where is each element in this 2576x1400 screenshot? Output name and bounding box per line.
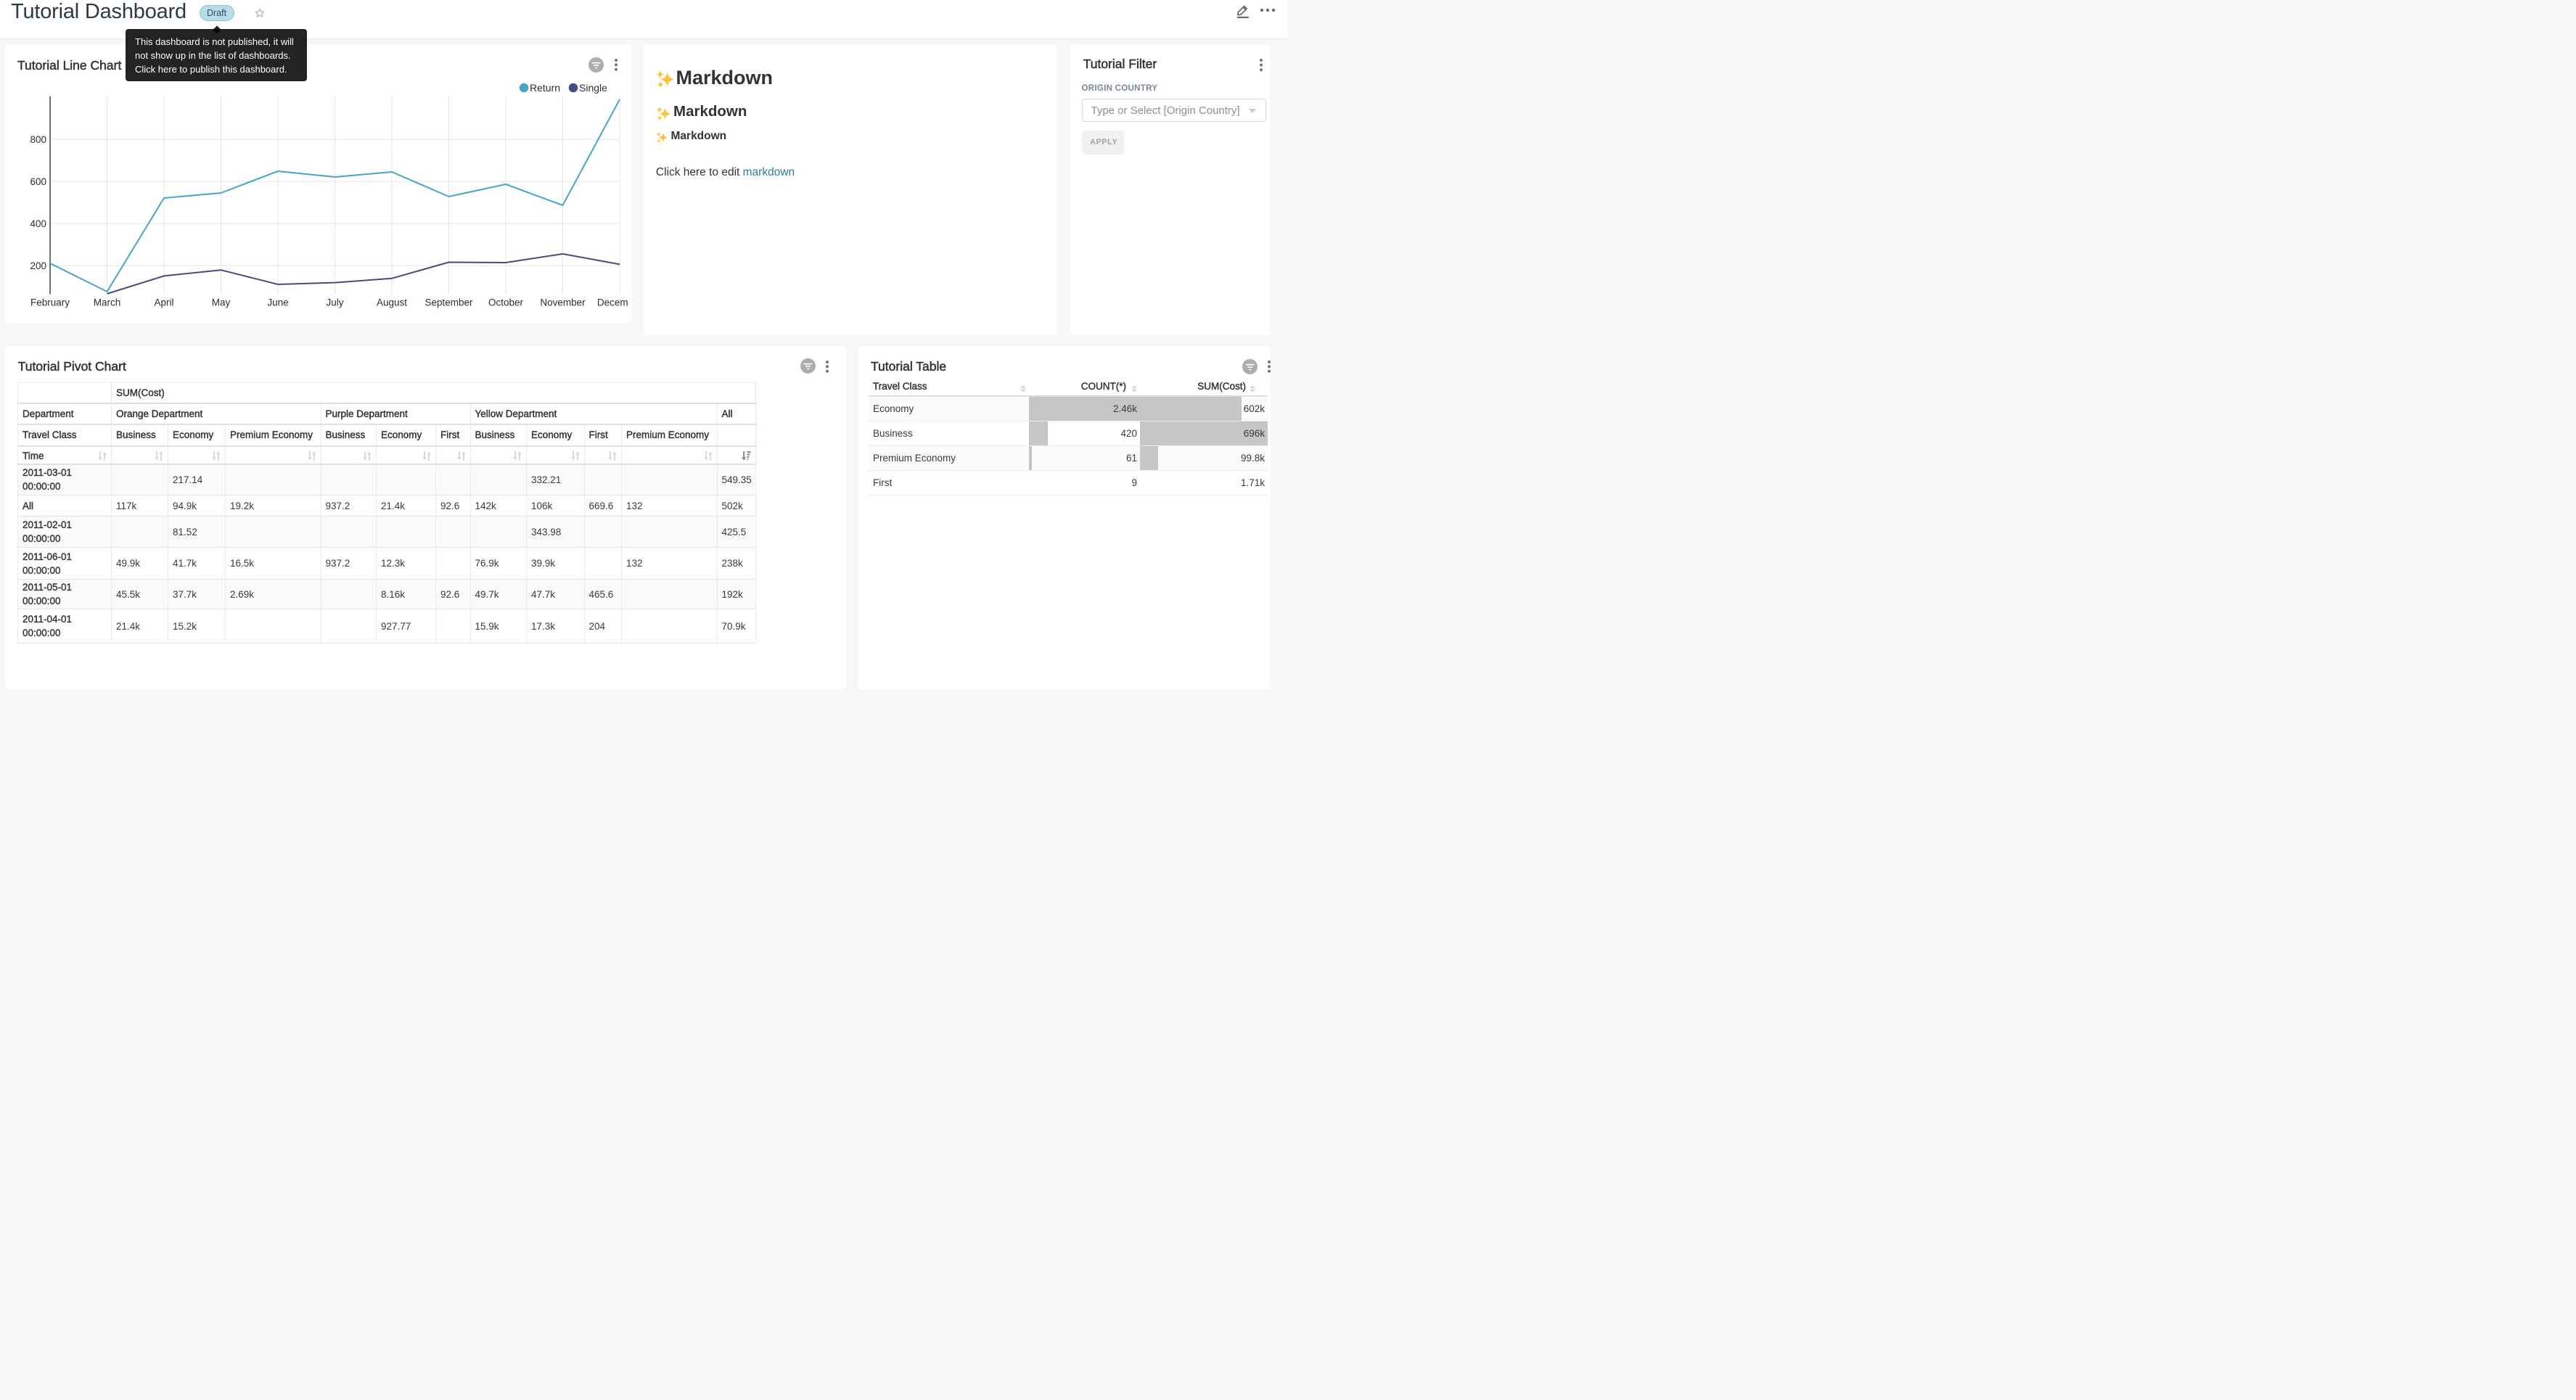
- svg-text:May: May: [212, 297, 231, 308]
- svg-text:March: March: [94, 297, 121, 308]
- svg-text:July: July: [326, 297, 343, 308]
- svg-text:Single: Single: [579, 82, 607, 94]
- svg-text:August: August: [377, 297, 407, 308]
- svg-text:September: September: [424, 297, 473, 308]
- svg-text:200: 200: [30, 260, 46, 271]
- svg-text:February: February: [30, 297, 70, 308]
- svg-text:600: 600: [30, 176, 46, 187]
- svg-text:November: November: [540, 297, 586, 308]
- svg-text:Return: Return: [530, 82, 560, 94]
- svg-text:April: April: [154, 297, 173, 308]
- svg-text:December: December: [597, 297, 628, 308]
- svg-text:June: June: [267, 297, 288, 308]
- svg-text:800: 800: [30, 134, 46, 145]
- svg-text:400: 400: [30, 218, 46, 229]
- svg-text:October: October: [488, 297, 524, 308]
